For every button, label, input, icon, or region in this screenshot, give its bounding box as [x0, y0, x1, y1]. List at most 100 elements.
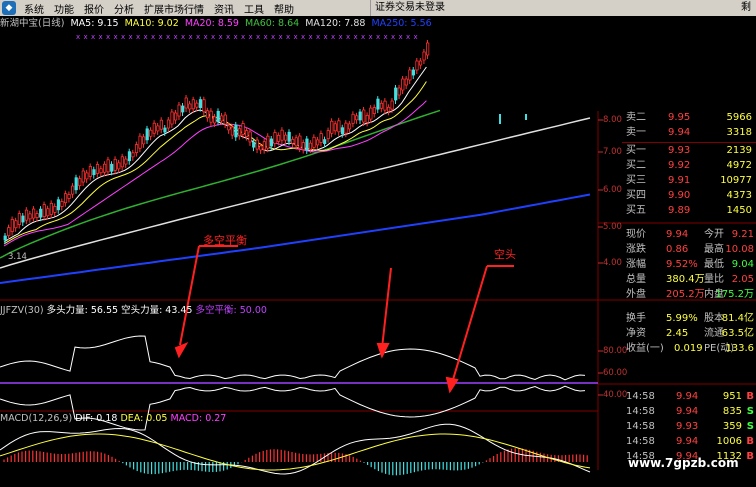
signal-marker: x — [286, 33, 290, 41]
candle-body — [223, 114, 227, 125]
candle-body — [191, 99, 195, 110]
candle-body — [404, 78, 408, 86]
signal-marker: x — [151, 33, 155, 41]
candle-body — [319, 133, 323, 143]
bid-row[interactable]: 买三 9.91 10977 — [598, 174, 756, 188]
candle-body — [355, 115, 359, 121]
quote-label: 最低 — [704, 259, 724, 270]
candle-body — [85, 172, 89, 180]
signal-marker: x — [129, 33, 133, 41]
candle-body — [28, 213, 32, 220]
signal-marker: x — [264, 33, 268, 41]
candle-body — [344, 122, 348, 134]
bid-row[interactable]: 买二 9.92 4972 — [598, 159, 756, 173]
bid-row[interactable]: 买四 9.90 4373 — [598, 189, 756, 203]
stats-label: 净资 — [626, 328, 646, 339]
candle-body — [340, 127, 345, 135]
stats-label: 收益(一) — [626, 343, 664, 354]
candle-body — [379, 102, 384, 109]
stats-label: 换手 — [626, 313, 646, 324]
stats-value: 0.019 — [674, 343, 703, 354]
candle-body — [14, 220, 18, 229]
candle-body — [415, 60, 419, 71]
candle-body — [110, 163, 114, 172]
stats-row: 收益(一) 0.019 PE(动) 133.6 — [598, 342, 756, 356]
bid-label: 买三 — [626, 175, 646, 186]
signal-marker: x — [241, 33, 245, 41]
candle-body — [234, 124, 238, 138]
signal-marker: x — [391, 33, 395, 41]
tick-price: 9.94 — [676, 406, 699, 417]
candle-body — [95, 164, 100, 174]
candle-body — [138, 135, 142, 149]
signal-marker: x — [294, 33, 298, 41]
candle-body — [39, 208, 43, 218]
tick-time: 14:58 — [626, 391, 655, 402]
candle-body — [67, 194, 71, 199]
ask-price: 9.95 — [668, 112, 691, 123]
indicator-name: JJFZV(30) — [0, 305, 44, 316]
bid-label: 买四 — [626, 190, 646, 201]
ask-row[interactable]: 卖一 9.94 3318 — [598, 126, 756, 140]
signal-marker: x — [309, 33, 313, 41]
tick-row: 14:58 9.93 359 S — [598, 420, 756, 434]
candle-body — [49, 202, 53, 215]
tick-volume: 359 — [722, 421, 742, 432]
signal-marker: x — [346, 33, 350, 41]
candle-body — [287, 131, 291, 142]
candle-body — [294, 137, 298, 147]
quote-value: 0.86 — [666, 244, 689, 255]
candle-body — [326, 130, 330, 140]
signal-marker: x — [211, 33, 215, 41]
power-indicator-title: JJFZV(30) 多头力量: 56.55 空头力量: 43.45 多空平衡: … — [0, 302, 267, 316]
bid-row[interactable]: 买五 9.89 1450 — [598, 204, 756, 218]
quote-label: 外盘 — [626, 289, 646, 300]
candle-body — [156, 125, 160, 132]
quote-label: 涨幅 — [626, 259, 646, 270]
quote-value: 9.21 — [731, 229, 754, 240]
quote-value: 10.08 — [725, 244, 754, 255]
bid-price: 9.91 — [668, 175, 691, 186]
candle-body — [177, 104, 181, 117]
bid-row[interactable]: 买一 9.93 2139 — [598, 144, 756, 158]
balance-value: 多空平衡: 50.00 — [195, 305, 267, 316]
candle-body — [262, 141, 266, 151]
quote-panel: 卖二 9.95 5966 卖一 9.94 3318 买一 9.93 2139 买… — [598, 111, 756, 471]
candle-body — [227, 125, 231, 131]
candle-body — [120, 156, 124, 168]
candle-body — [17, 213, 22, 225]
ask-volume: 5966 — [726, 112, 752, 123]
stats-value: 5.99% — [666, 313, 698, 324]
candle-body — [259, 145, 263, 151]
ask-row[interactable]: 卖二 9.95 5966 — [598, 111, 756, 125]
candle-body — [46, 208, 50, 217]
macd-title: MACD(12,26,9) DIF: 0.18 DEA: 0.05 MACD: … — [0, 413, 226, 424]
candle-body — [426, 42, 430, 56]
quote-label: 涨跌 — [626, 244, 646, 255]
bid-price: 9.93 — [668, 145, 691, 156]
ma10-line — [3, 81, 427, 245]
candle-body — [3, 235, 7, 241]
candle-body — [213, 116, 217, 124]
bid-label: 买二 — [626, 160, 646, 171]
tick-side: B — [746, 436, 754, 447]
stats-row: 换手 5.99% 股本 81.4亿 — [598, 312, 756, 326]
bid-volume: 4972 — [726, 160, 752, 171]
bid-volume: 1450 — [726, 205, 752, 216]
candle-body — [166, 119, 171, 129]
bid-price: 9.92 — [668, 160, 691, 171]
annotation-bear: 空头 — [494, 248, 516, 261]
tick-side: S — [746, 421, 754, 432]
candle-body — [78, 178, 82, 187]
ma250-line — [0, 193, 591, 284]
annotation-arrows — [174, 245, 514, 394]
signal-marker: x — [106, 33, 110, 41]
signal-markers: xxxxxxxxxxxxxxxxxxxxxxxxxxxxxxxxxxxxxxxx… — [76, 33, 418, 41]
tick-row: 14:58 9.94 835 S — [598, 405, 756, 419]
signal-marker: x — [414, 33, 418, 41]
candle-body — [205, 110, 210, 119]
macd-name: MACD(12,26,9) — [0, 413, 73, 424]
candle-body — [394, 87, 398, 101]
bid-volume: 4373 — [726, 190, 752, 201]
candle-body — [330, 120, 334, 134]
